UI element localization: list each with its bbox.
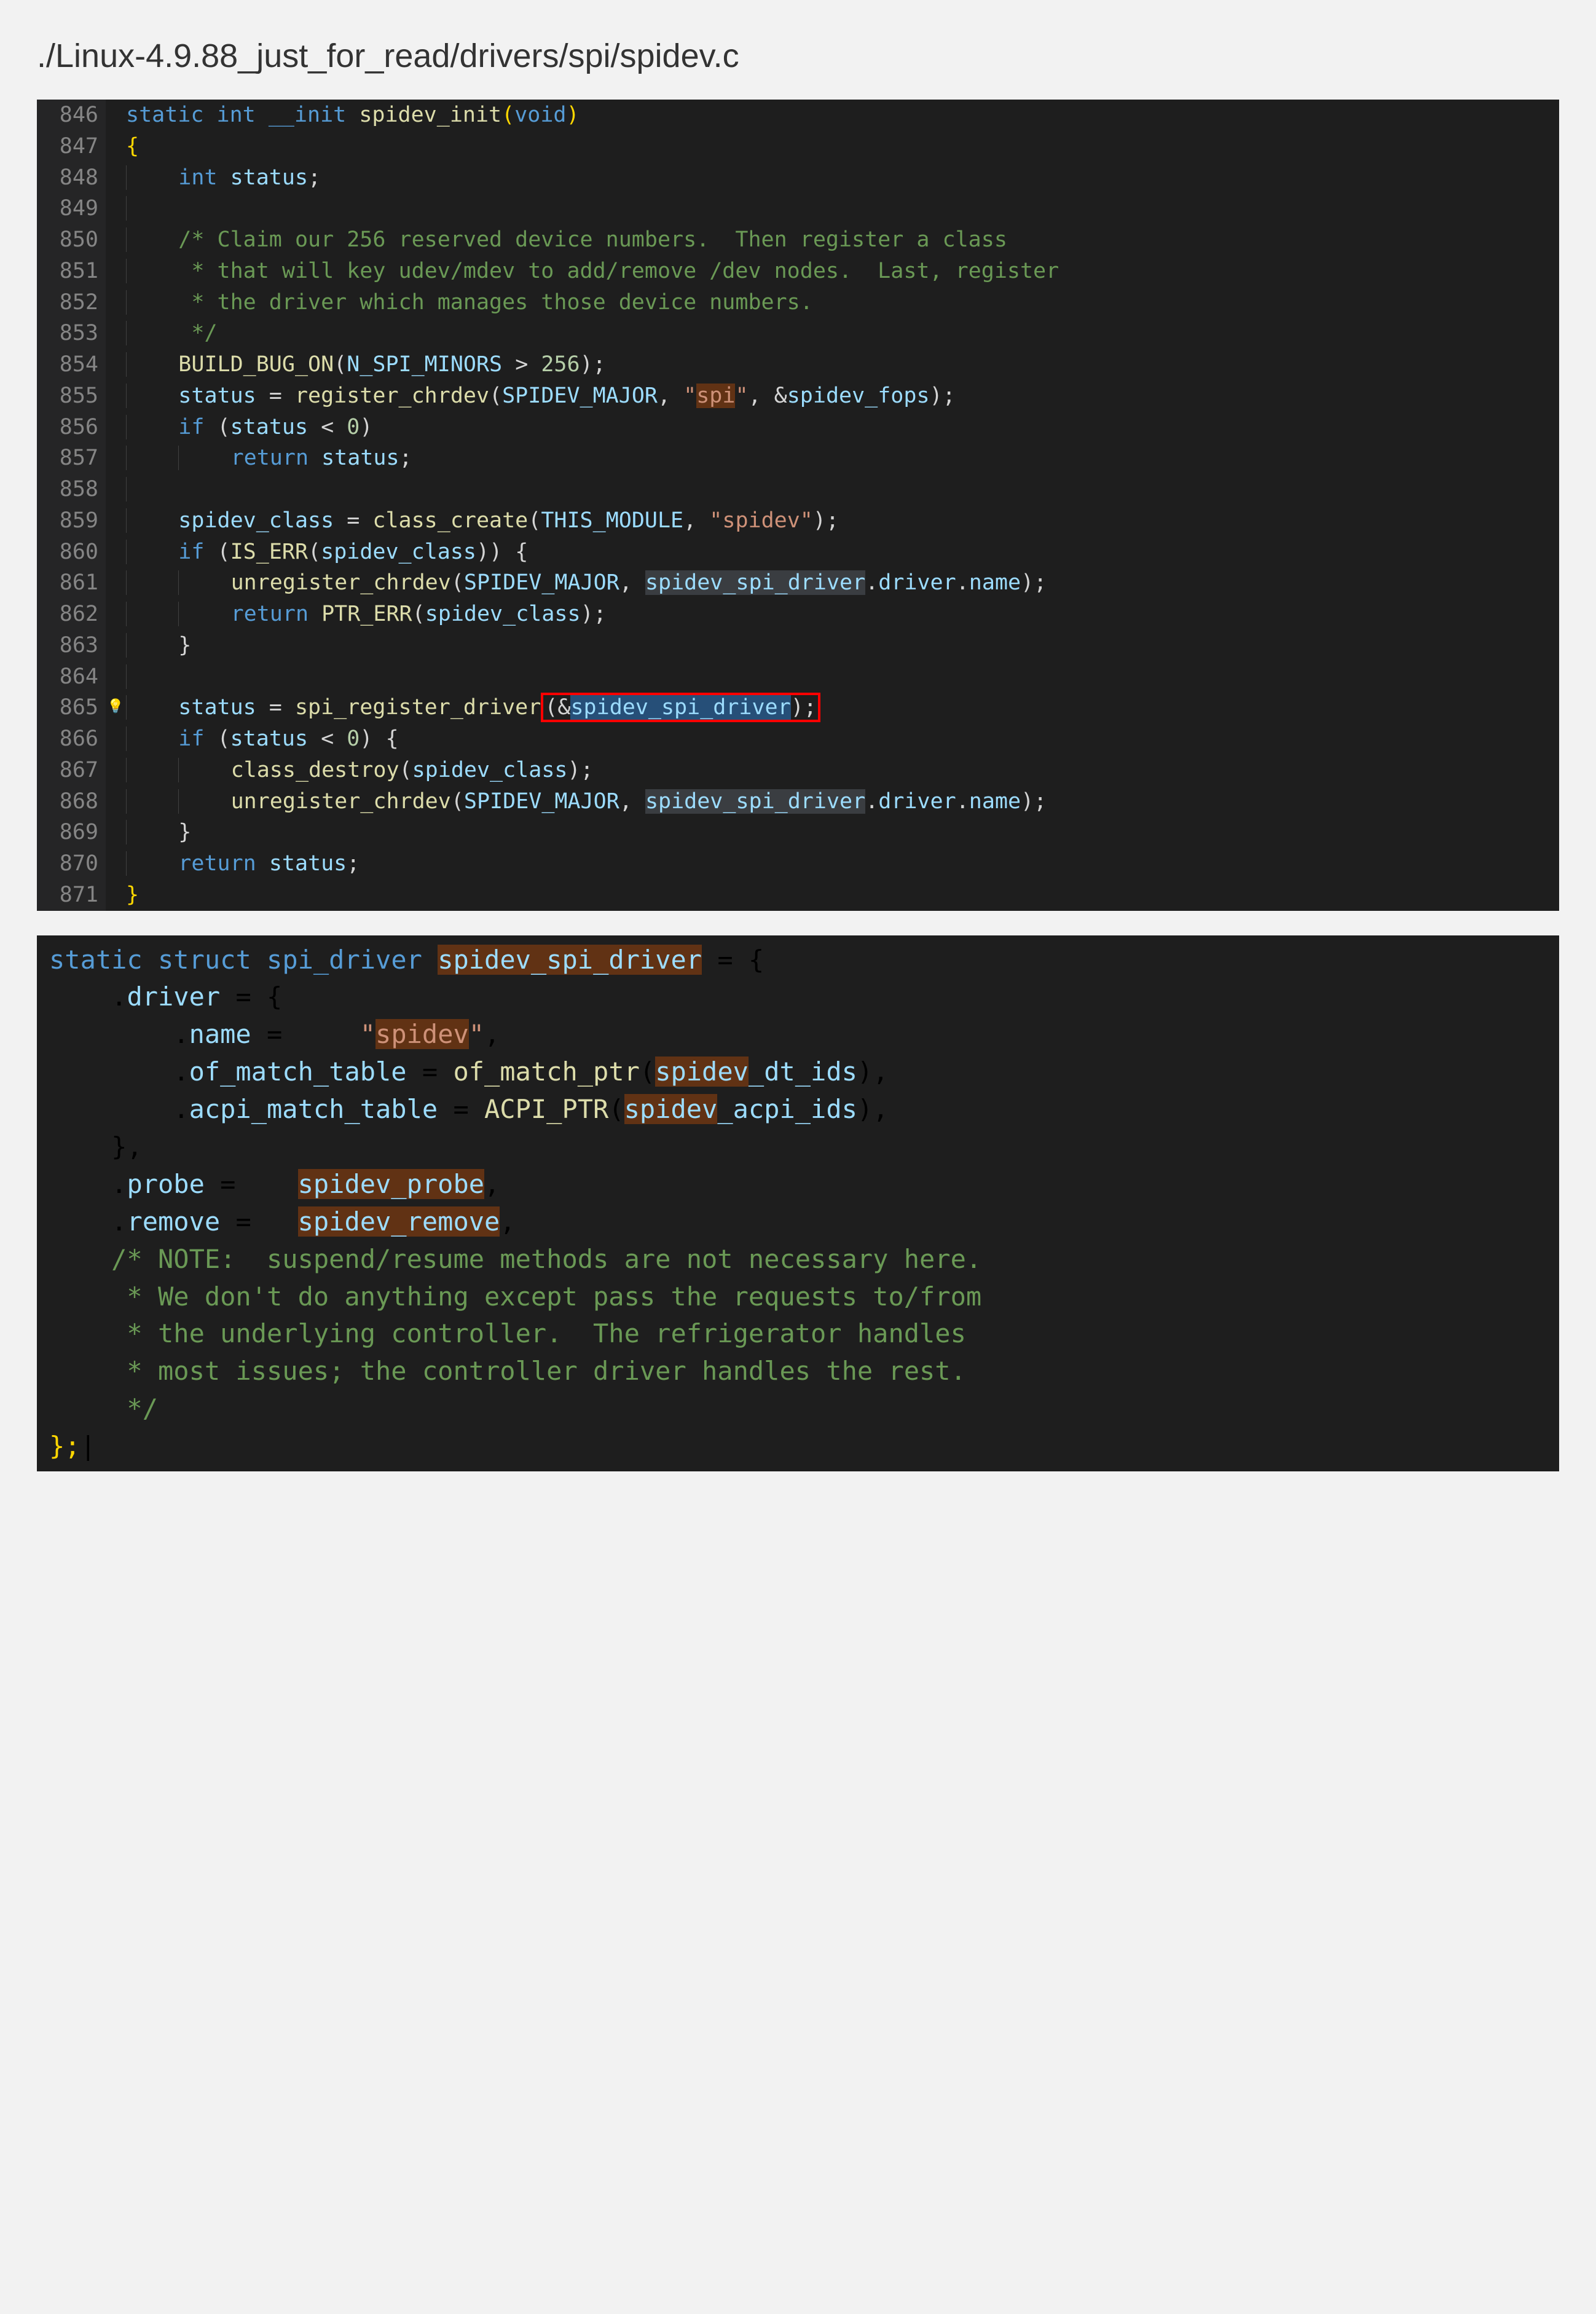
code-line: 853 */ (37, 318, 1559, 349)
code-line: .remove = spidev_remove, (49, 1203, 1559, 1241)
code-line: .acpi_match_table = ACPI_PTR(spidev_acpi… (49, 1091, 1559, 1128)
file-path-title: ./Linux-4.9.88_just_for_read/drivers/spi… (37, 37, 1559, 75)
code-line: /* NOTE: suspend/resume methods are not … (49, 1241, 1559, 1278)
line-number: 860 (37, 537, 106, 568)
code-block-2: static struct spi_driver spidev_spi_driv… (37, 935, 1559, 1471)
line-number: 849 (37, 193, 106, 224)
code-line: * We don't do anything except pass the r… (49, 1278, 1559, 1316)
code-line: 870 return status; (37, 848, 1559, 880)
line-number: 862 (37, 599, 106, 630)
line-number: 852 (37, 287, 106, 318)
code-line: 851 * that will key udev/mdev to add/rem… (37, 256, 1559, 287)
code-line: .of_match_table = of_match_ptr(spidev_dt… (49, 1053, 1559, 1091)
line-number: 869 (37, 817, 106, 848)
line-number: 856 (37, 412, 106, 443)
code-line: 857 return status; (37, 443, 1559, 474)
code-line: */ (49, 1390, 1559, 1428)
code-line: 855 status = register_chrdev(SPIDEV_MAJO… (37, 380, 1559, 412)
code-line: 852 * the driver which manages those dev… (37, 287, 1559, 318)
code-line: 864 (37, 661, 1559, 693)
code-line: 871} (37, 880, 1559, 911)
code-line: 868 unregister_chrdev(SPIDEV_MAJOR, spid… (37, 786, 1559, 817)
line-number: 847 (37, 131, 106, 162)
line-number: 848 (37, 162, 106, 194)
code-line: 863 } (37, 630, 1559, 661)
code-line: 847{ (37, 131, 1559, 162)
line-number: 853 (37, 318, 106, 349)
code-line: 862 return PTR_ERR(spidev_class); (37, 599, 1559, 630)
code-line: 850 /* Claim our 256 reserved device num… (37, 224, 1559, 256)
line-number: 854 (37, 349, 106, 380)
code-line: 861 unregister_chrdev(SPIDEV_MAJOR, spid… (37, 567, 1559, 599)
code-line: };| (49, 1428, 1559, 1465)
line-number: 851 (37, 256, 106, 287)
line-number: 863 (37, 630, 106, 661)
code-line: .driver = { (49, 978, 1559, 1016)
line-number: 846 (37, 100, 106, 131)
code-line: .name = "spidev", (49, 1016, 1559, 1053)
code-line: 867 class_destroy(spidev_class); (37, 755, 1559, 786)
code-line: }, (49, 1128, 1559, 1166)
line-number: 867 (37, 755, 106, 786)
code-line: 859 spidev_class = class_create(THIS_MOD… (37, 505, 1559, 537)
code-line: static struct spi_driver spidev_spi_driv… (49, 942, 1559, 979)
code-line: 848 int status; (37, 162, 1559, 194)
code-line: 860 if (IS_ERR(spidev_class)) { (37, 537, 1559, 568)
code-line: 849 (37, 193, 1559, 224)
code-line: 869 } (37, 817, 1559, 848)
lightbulb-icon[interactable]: 💡 (107, 697, 124, 717)
line-number: 858 (37, 474, 106, 505)
code-block-1: 846static int __init spidev_init(void)84… (37, 100, 1559, 911)
line-number: 870 (37, 848, 106, 880)
code-line: 866 if (status < 0) { (37, 723, 1559, 755)
code-line: 858 (37, 474, 1559, 505)
line-number: 850 (37, 224, 106, 256)
line-number: 861 (37, 567, 106, 599)
code-line: 865💡 status = spi_register_driver(&spide… (37, 692, 1559, 723)
line-number: 871 (37, 880, 106, 911)
line-number: 868 (37, 786, 106, 817)
line-number: 865 (37, 692, 106, 723)
line-number: 855 (37, 380, 106, 412)
line-number: 859 (37, 505, 106, 537)
line-number: 866 (37, 723, 106, 755)
code-line: .probe = spidev_probe, (49, 1166, 1559, 1203)
code-line: * the underlying controller. The refrige… (49, 1315, 1559, 1353)
code-line: 856 if (status < 0) (37, 412, 1559, 443)
line-number: 864 (37, 661, 106, 693)
code-line: 854 BUILD_BUG_ON(N_SPI_MINORS > 256); (37, 349, 1559, 380)
line-number: 857 (37, 443, 106, 474)
code-line: * most issues; the controller driver han… (49, 1353, 1559, 1390)
code-line: 846static int __init spidev_init(void) (37, 100, 1559, 131)
